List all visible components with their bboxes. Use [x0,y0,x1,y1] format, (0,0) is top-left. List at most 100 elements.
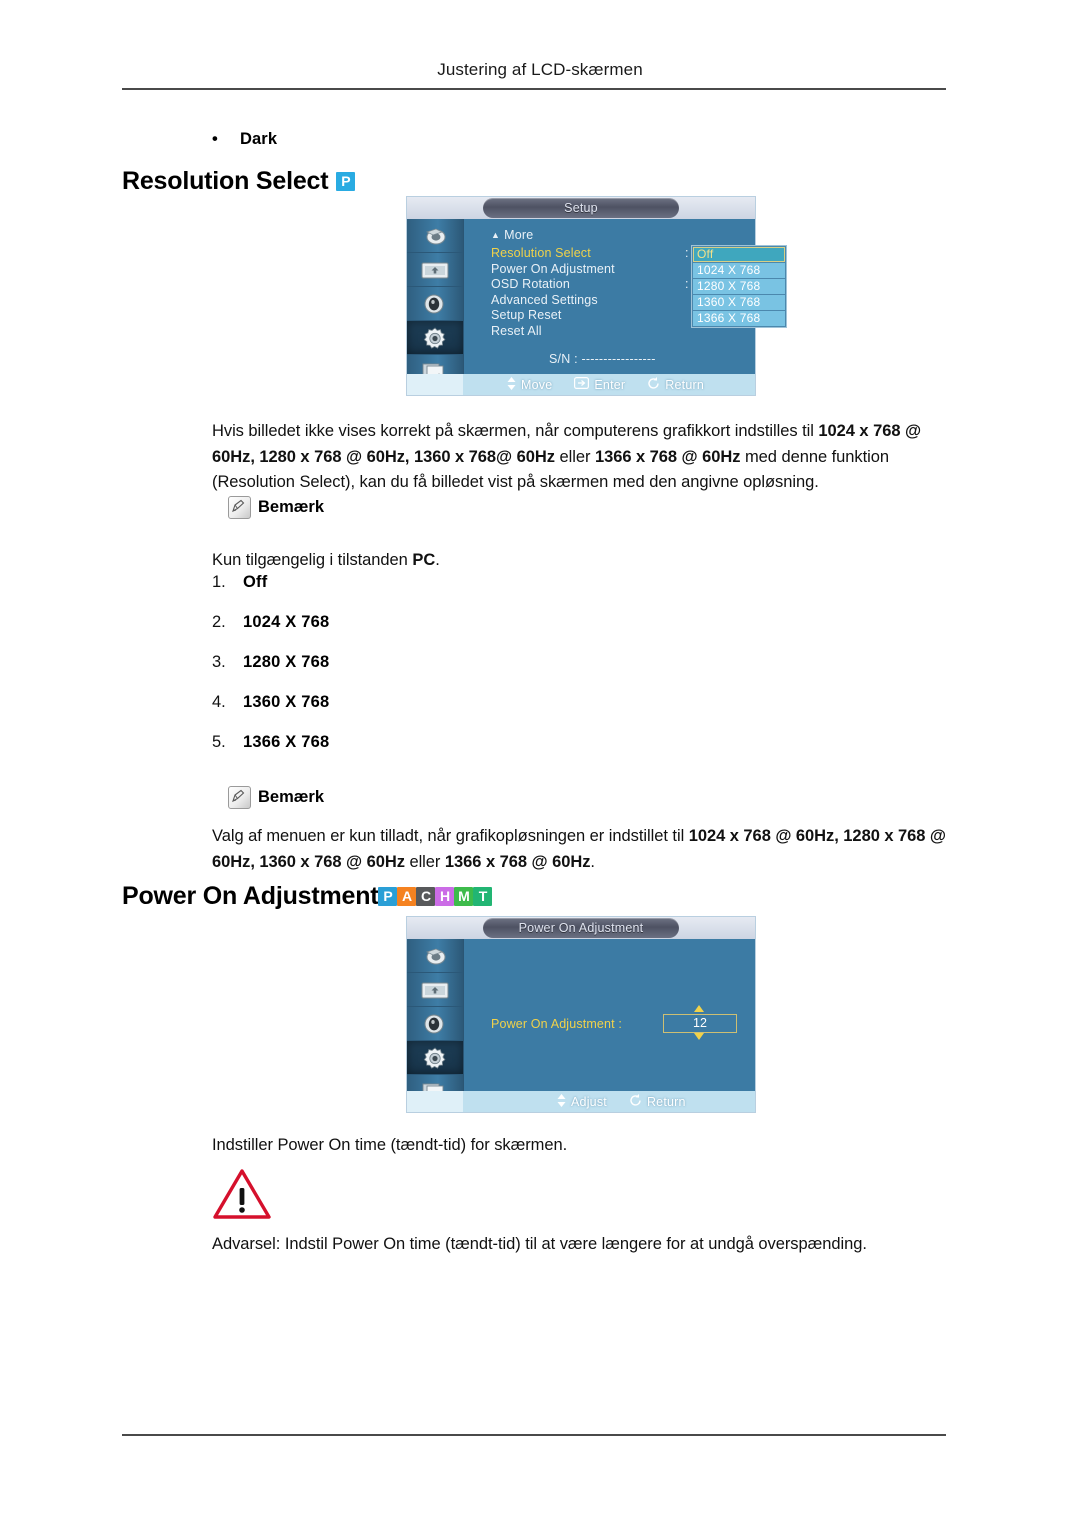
note-label-2: Bemærk [258,788,325,806]
osd-title: Setup [483,198,679,218]
stepper-up-arrow-icon[interactable] [694,1005,704,1012]
section-title-text: Power On Adjustment [122,882,379,910]
note-pencil-icon [228,496,251,519]
osd-menu-item-power-on-adjustment[interactable]: Power On Adjustment [491,262,615,278]
pc-text-end: . [435,551,440,569]
osd-body: ▲ More Resolution Select Power On Adjustme… [407,219,787,395]
resolution-select-description: Hvis billedet ikke vises korrekt på skær… [212,419,960,496]
setup-gear-icon[interactable] [407,1041,463,1075]
note-block-1: Bemærk [228,496,324,519]
bullet-label: Dark [240,130,278,148]
valg-bold-2: 1366 x 768 @ 60Hz [444,852,591,871]
input-source-icon[interactable] [407,939,463,973]
dropdown-option-1366-x-768[interactable]: 1366 X 768 [693,311,785,326]
sound-settings-icon[interactable] [407,287,463,321]
osd-icon-rail [407,219,464,395]
dropdown-option-off[interactable]: Off [693,247,785,262]
power-on-adjustment-value[interactable]: 12 [663,1014,737,1033]
picture-settings-icon[interactable] [407,253,463,287]
menu-more-label: More [504,228,534,242]
hint-bar-tab [407,1091,463,1112]
mode-badge-h: H [435,887,455,906]
osd-hint-return: Return [647,376,704,393]
osd-hint-move: Move [507,376,553,393]
osd-hint-label: Enter [594,377,626,392]
desc-part-1: Hvis billedet ikke vises korrekt på skær… [212,422,819,440]
osd-menu-item-setup-reset[interactable]: Setup Reset [491,308,615,324]
bullet-item-dark: • Dark [212,130,277,149]
sound-settings-icon[interactable] [407,1007,463,1041]
osd-main-area: Power On Adjustment : 12 [463,939,755,1112]
mode-badge-c: C [416,887,436,906]
osd-screenshot-setup: Setup ▲ More Resolution Select Power On … [407,197,787,395]
resolution-select-dropdown[interactable]: Off 1024 X 768 1280 X 768 1360 X 768 1366 X … [691,245,787,328]
power-on-adjustment-label: Power On Adjustment : [491,1017,622,1031]
return-arrow-icon [647,376,660,393]
desc-part-2: eller [554,447,595,466]
osd-menu-colon [685,262,688,278]
list-item-value: 1024 X 768 [243,613,330,631]
dropdown-option-1280-x-768[interactable]: 1280 X 768 [693,279,785,294]
setup-gear-icon[interactable] [407,321,463,355]
osd-menu-item-advanced-settings[interactable]: Advanced Settings [491,293,615,309]
stepper-down-arrow-icon[interactable] [694,1033,704,1040]
menu-more-row[interactable]: ▲ More [491,228,533,242]
osd-menu-item-resolution-select[interactable]: Resolution Select [491,246,615,262]
document-page: Justering af LCD-skærmen • Dark Resolutio… [0,0,1080,1527]
list-item-number: 5. [212,733,226,751]
resolution-options-list: 1. Off 2. 1024 X 768 3. 1280 X 768 4. 1360 X 76… [212,573,329,773]
osd-hint-label: Move [521,377,553,392]
serial-number-value: ----------------- [581,352,656,366]
osd-hint-enter: Enter [574,377,625,392]
picture-settings-icon[interactable] [407,973,463,1007]
updown-arrows-icon [557,1093,566,1110]
header-rule [122,88,946,90]
osd-menu-colon: : [685,246,689,260]
warning-triangle-icon [212,1168,272,1220]
osd-menu-colon [685,293,688,309]
list-item-number: 3. [212,653,226,671]
valg-part-2: eller [404,852,445,871]
note-block-2: Bemærk [228,786,324,809]
power-on-description: Indstiller Power On time (tændt-tid) for… [212,1136,568,1154]
mode-badge-p: P [378,887,398,906]
mode-badge-a: A [397,887,417,906]
osd-icon-rail [407,939,464,1112]
osd-menu-list[interactable]: Resolution Select Power On Adjustment OSD … [491,246,615,340]
osd-menu-colon [685,308,688,324]
page-title-power-on-adjustment: Power On Adjustment PACHMT [122,882,493,911]
list-item: 5. 1366 X 768 [212,733,329,773]
osd-titlebar: Power On Adjustment [407,917,755,939]
osd-menu-colon [685,324,688,340]
updown-arrows-icon [507,376,516,393]
mode-badge-p: P [336,172,356,191]
input-source-icon[interactable] [407,219,463,253]
menu-restriction-text: Valg af menuen er kun tilladt, når grafi… [212,824,960,875]
page-title-resolution-select: Resolution Select P [122,167,356,196]
pc-text-part-1: Kun tilgængelig i tilstanden [212,551,413,569]
osd-body: Power On Adjustment : 12 Adjust Return [407,939,755,1112]
note-pencil-icon [228,786,251,809]
note-label-1: Bemærk [258,498,325,516]
list-item-value: Off [243,573,268,591]
chevron-up-icon: ▲ [491,230,501,240]
osd-hint-list: Adjust Return [557,1091,686,1112]
osd-hint-label: Return [665,377,704,392]
list-item: 2. 1024 X 768 [212,613,329,653]
mode-badge-group: PACHMT [378,887,493,906]
osd-titlebar: Setup [407,197,755,219]
footer-rule [122,1434,946,1436]
osd-screenshot-power-on-adjustment: Power On Adjustment Power On Adjustment … [407,917,755,1112]
osd-hint-adjust: Adjust [557,1093,607,1110]
list-item: 1. Off [212,573,329,613]
pc-text-bold: PC [412,551,436,569]
desc-bold-2: 1366 x 768 @ 60Hz [594,447,741,466]
dropdown-option-1360-x-768[interactable]: 1360 X 768 [693,295,785,310]
osd-menu-item-reset-all[interactable]: Reset All [491,324,615,340]
serial-number-row: S/N : ----------------- [549,352,656,366]
return-arrow-icon [629,1093,642,1110]
dropdown-option-1024-x-768[interactable]: 1024 X 768 [693,263,785,278]
osd-hint-bar: Move Enter Return [407,374,755,395]
osd-menu-item-osd-rotation[interactable]: OSD Rotation [491,277,615,293]
osd-menu-colon: : [685,277,689,292]
